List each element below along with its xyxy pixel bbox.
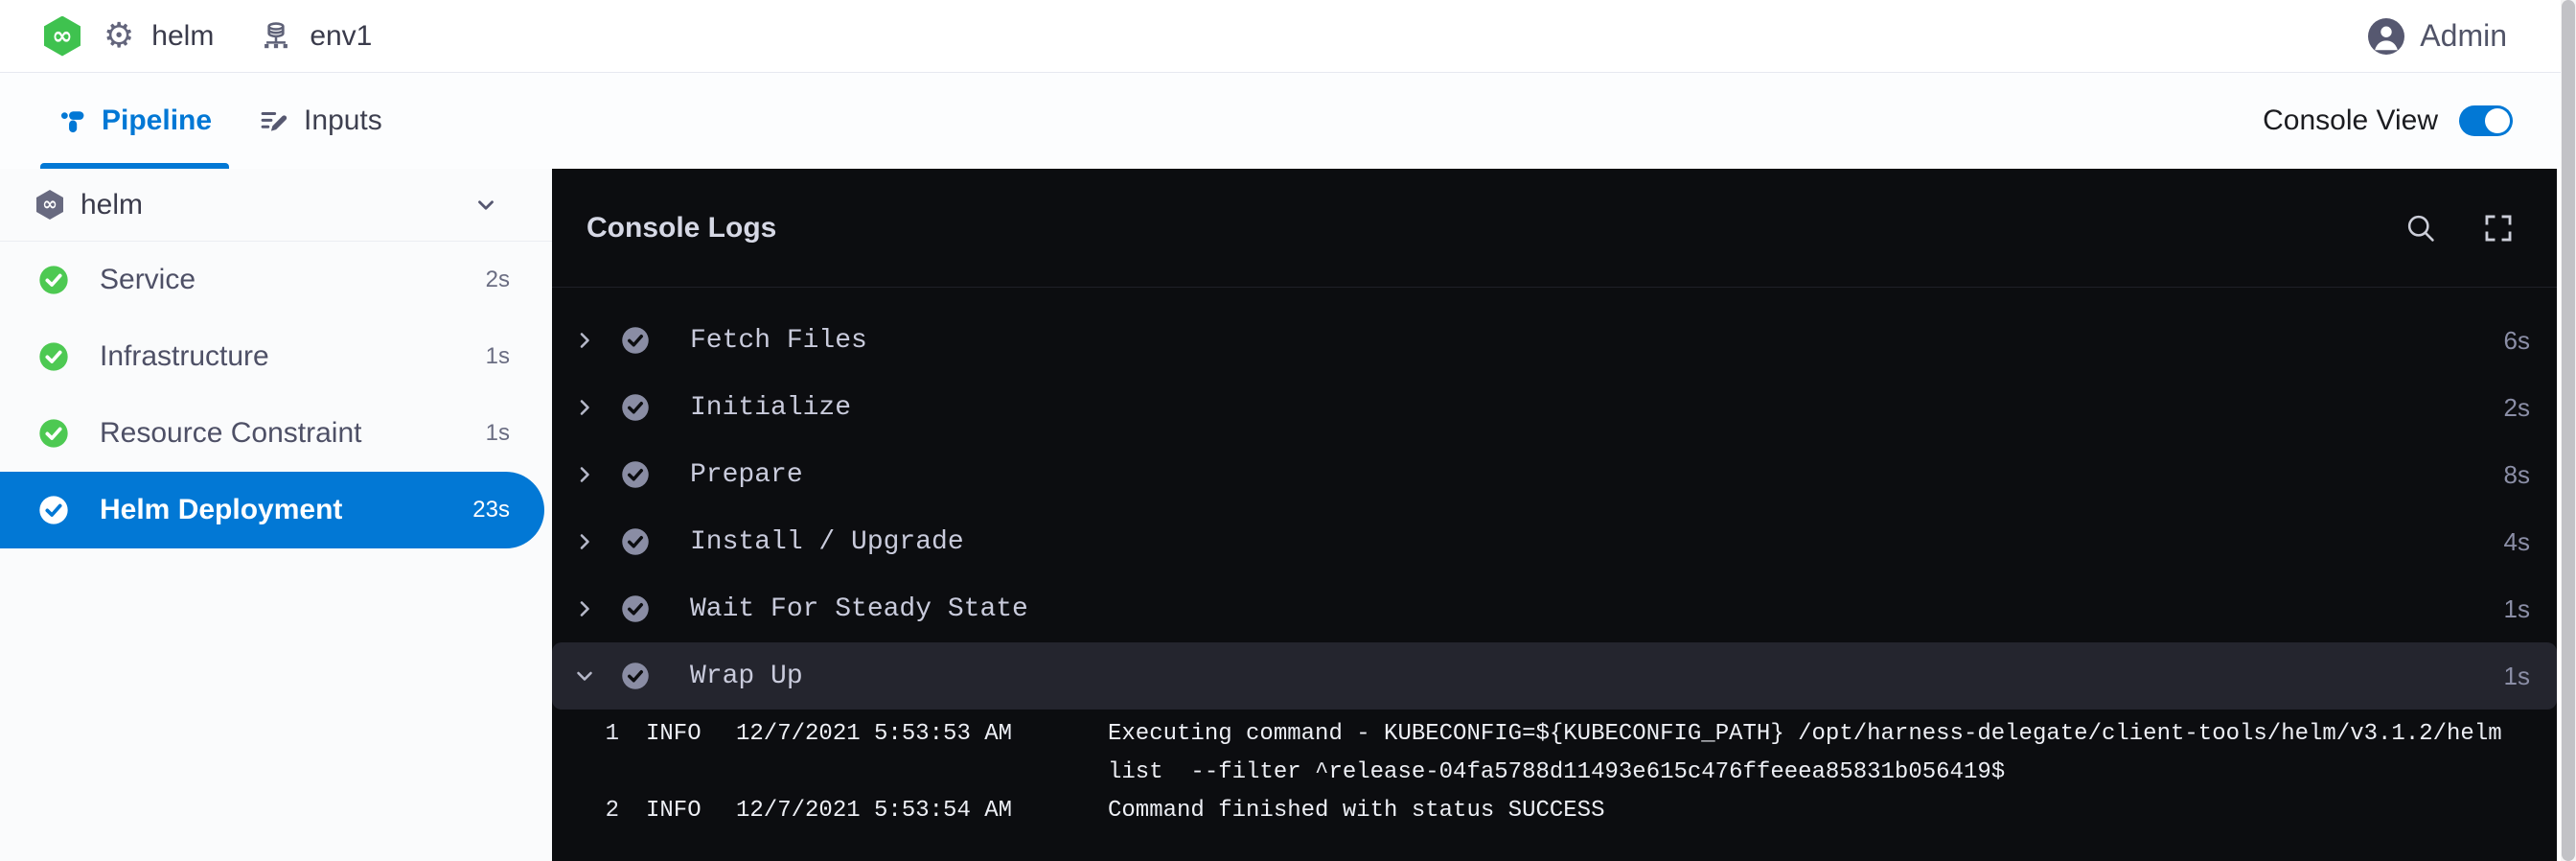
pencil-lines-icon [260,106,288,135]
success-check-icon [621,460,650,489]
console-title: Console Logs [586,212,776,244]
sidebar-step-duration: 2s [486,267,510,293]
log-level: INFO [619,792,736,830]
console-step-name: Prepare [690,460,803,490]
harness-logo-icon: ∞ [44,16,80,57]
success-check-icon [621,393,650,422]
stage-name: helm [80,189,143,221]
log-message: Executing command - KUBECONFIG=${KUBECON… [1108,715,2557,792]
console-step-duration: 2s [2504,393,2530,423]
console-step-row[interactable]: Initialize 2s [552,374,2557,441]
console-step-name: Initialize [690,393,851,423]
chevron-right-icon[interactable] [573,463,596,486]
log-line-number: 2 [552,792,619,830]
success-check-icon [621,527,650,556]
success-check-icon [38,341,69,372]
log-timestamp: 12/7/2021 5:53:54 AM [736,792,1108,830]
console-step-name: Wait For Steady State [690,594,1028,624]
console-step-row[interactable]: Wrap Up 1s [552,642,2557,710]
breadcrumb: ∞ ⚙ helm env1 [44,16,372,57]
environment-label[interactable]: env1 [310,20,372,53]
console-step-row[interactable]: Wait For Steady State 1s [552,575,2557,642]
gear-icon[interactable]: ⚙ [104,19,134,54]
success-check-icon [38,495,69,525]
log-line: 2 INFO 12/7/2021 5:53:54 AM Command fini… [552,792,2557,830]
console-step-duration: 8s [2504,460,2530,490]
fullscreen-icon[interactable] [2482,212,2515,244]
success-check-icon [621,662,650,690]
success-check-icon [621,594,650,623]
scrollbar-thumb[interactable] [2562,0,2575,861]
console-step-name: Fetch Files [690,326,867,356]
console-view-label: Console View [2263,105,2438,137]
success-check-icon [38,265,69,295]
page-scrollbar [2561,0,2576,861]
sidebar-step-row[interactable]: Service 2s [0,242,552,318]
console-step-list: Fetch Files 6s Initialize 2s [552,288,2557,710]
log-message: Command finished with status SUCCESS [1108,792,2557,830]
sidebar-step-row[interactable]: Resource Constraint 1s [0,395,552,472]
project-label[interactable]: helm [151,20,214,53]
stage-hexagon-icon: ∞ [36,190,63,220]
user-name: Admin [2420,18,2507,54]
sidebar-step-duration: 1s [486,420,510,447]
log-level: INFO [619,715,736,792]
pipeline-icon [59,107,86,134]
sidebar-step-list: Service 2s Infrastructure 1s Resource Co… [0,242,552,548]
user-avatar-icon [2368,18,2404,55]
log-viewer: 1 INFO 12/7/2021 5:53:53 AM Executing co… [552,710,2557,830]
sidebar-step-duration: 23s [472,497,510,524]
console-view-toggle[interactable] [2459,105,2513,136]
execution-sidebar: ∞ helm Service 2s [0,169,552,861]
console-step-duration: 6s [2504,326,2530,356]
sidebar-step-name: Infrastructure [100,340,269,373]
console-view-control: Console View [2263,105,2513,137]
log-line: 1 INFO 12/7/2021 5:53:53 AM Executing co… [552,715,2557,792]
sidebar-step-name: Service [100,264,196,296]
console-step-name: Install / Upgrade [690,527,964,557]
tab-pipeline-label: Pipeline [102,105,212,137]
tab-inputs[interactable]: Inputs [260,73,382,169]
main-area: ∞ helm Service 2s [0,169,2576,861]
chevron-down-icon[interactable] [473,193,498,218]
console-step-row[interactable]: Prepare 8s [552,441,2557,508]
console-step-duration: 1s [2504,594,2530,624]
sidebar-step-row[interactable]: Helm Deployment 23s [0,472,544,548]
sidebar-step-row[interactable]: Infrastructure 1s [0,318,552,395]
chevron-right-icon[interactable] [573,396,596,419]
sidebar-step-name: Helm Deployment [100,494,342,526]
chevron-right-icon[interactable] [573,530,596,553]
sidebar-step-name: Resource Constraint [100,417,361,450]
user-menu[interactable]: Admin [2368,18,2507,55]
chevron-right-icon[interactable] [573,597,596,620]
sidebar-step-duration: 1s [486,343,510,370]
chevron-right-icon[interactable] [573,664,596,687]
chevron-right-icon[interactable] [573,329,596,352]
tab-pipeline[interactable]: Pipeline [59,73,212,169]
tab-inputs-label: Inputs [304,105,382,137]
console-step-row[interactable]: Fetch Files 6s [552,307,2557,374]
console-panel: Console Logs [552,169,2557,861]
top-bar: ∞ ⚙ helm env1 [0,0,2576,73]
success-check-icon [38,418,69,449]
console-step-duration: 1s [2504,662,2530,691]
console-header: Console Logs [552,169,2557,288]
console-step-row[interactable]: Install / Upgrade 4s [552,508,2557,575]
log-line-number: 1 [552,715,619,792]
toggle-knob [2485,108,2510,133]
console-step-name: Wrap Up [690,662,803,691]
console-step-duration: 4s [2504,527,2530,557]
success-check-icon [621,326,650,355]
stage-header[interactable]: ∞ helm [0,169,552,242]
search-icon[interactable] [2404,211,2438,245]
app-screen: ∞ ⚙ helm env1 [0,0,2576,861]
tab-bar: Pipeline Inputs Console View [0,73,2576,169]
environment-icon [260,20,292,53]
log-timestamp: 12/7/2021 5:53:53 AM [736,715,1108,792]
